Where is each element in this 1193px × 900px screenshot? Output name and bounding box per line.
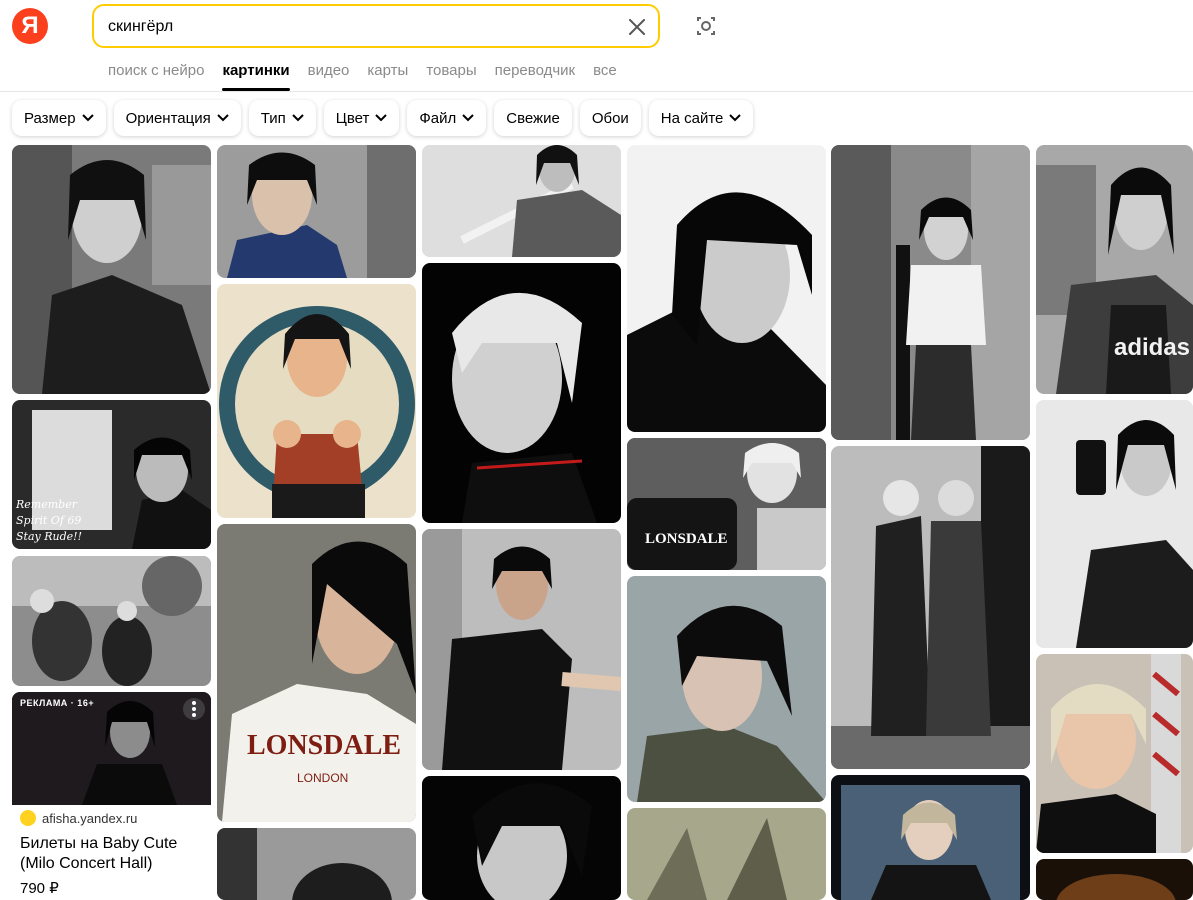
camera-search-icon[interactable] [692, 12, 720, 40]
ad-domain[interactable]: afisha.yandex.ru [20, 810, 137, 826]
image-result[interactable]: LONSDALE [627, 438, 826, 570]
clear-icon[interactable] [626, 16, 648, 38]
filter-label: Обои [591, 109, 629, 127]
chevron-down-icon [462, 114, 474, 122]
ad-card[interactable]: РЕКЛАМА · 16+ afisha.yandex.ru Билеты на… [12, 692, 211, 900]
ad-label: РЕКЛАМА · 16+ [20, 698, 95, 708]
header: Я поиск с нейро картинки видео карты тов… [0, 0, 1193, 92]
image-result[interactable] [627, 576, 826, 802]
ad-price: 790 ₽ [20, 880, 59, 897]
filter-type[interactable]: Тип [248, 100, 316, 136]
image-result[interactable] [422, 145, 621, 257]
image-result[interactable] [422, 263, 621, 523]
chevron-down-icon [375, 114, 388, 122]
ad-image[interactable] [12, 692, 211, 805]
image-result[interactable]: LONSDALE LONDON [217, 524, 416, 822]
image-result[interactable] [422, 529, 621, 770]
tab-images[interactable]: картинки [222, 62, 290, 91]
filter-label: Тип [260, 109, 286, 127]
filter-label: Свежие [506, 109, 560, 127]
tab-maps[interactable]: карты [367, 62, 408, 90]
tab-translator[interactable]: переводчик [495, 62, 575, 90]
filter-bar: Размер Ориентация Тип Цвет Файл Свежие О… [12, 100, 761, 136]
lonsdale-sub: LONDON [297, 771, 348, 785]
adidas-text: adidas [1114, 334, 1190, 361]
tab-all[interactable]: все [593, 62, 617, 90]
filter-fresh[interactable]: Свежие [494, 100, 572, 136]
chevron-down-icon [292, 114, 304, 122]
ad-domain-text: afisha.yandex.ru [42, 810, 138, 826]
lonsdale-text: LONSDALE [247, 730, 401, 761]
filter-orientation[interactable]: Ориентация [113, 100, 241, 136]
filter-on-site[interactable]: На сайте [648, 100, 754, 136]
filter-file[interactable]: Файл [407, 100, 487, 136]
filter-label: Размер [24, 109, 76, 127]
image-result[interactable] [217, 828, 416, 900]
search-box[interactable] [92, 4, 660, 48]
image-result[interactable] [217, 145, 416, 278]
chevron-down-icon [81, 114, 94, 122]
image-result[interactable]: adidas [1036, 145, 1193, 394]
filter-label: Цвет [335, 109, 370, 127]
filter-label: На сайте [660, 109, 724, 127]
image-result[interactable] [831, 775, 1030, 900]
afisha-icon [20, 810, 36, 826]
filter-color[interactable]: Цвет [323, 100, 400, 136]
tab-neuro[interactable]: поиск с нейро [108, 62, 204, 90]
image-result[interactable]: Remember Spirit Of 69 Stay Rude!! [12, 400, 211, 549]
image-result[interactable] [12, 556, 211, 686]
chevron-down-icon [217, 114, 229, 122]
tab-products[interactable]: товары [426, 62, 476, 90]
yandex-logo[interactable]: Я [12, 8, 48, 44]
search-input[interactable] [108, 16, 608, 38]
image-result[interactable] [217, 284, 416, 518]
image-result[interactable] [831, 446, 1030, 769]
image-result[interactable] [627, 808, 826, 900]
image-result[interactable] [1036, 654, 1193, 853]
image-result[interactable] [1036, 859, 1193, 900]
chevron-down-icon [729, 114, 742, 122]
image-caption: Remember Spirit Of 69 Stay Rude!! [16, 498, 82, 543]
ad-title[interactable]: Билеты на Baby Cute (Milo Concert Hall) [20, 834, 205, 874]
image-result[interactable] [627, 145, 826, 432]
image-result[interactable] [422, 776, 621, 900]
filter-label: Файл [419, 109, 457, 127]
search-tabs: поиск с нейро картинки видео карты товар… [108, 62, 635, 91]
image-result[interactable] [12, 145, 211, 394]
image-result[interactable] [1036, 400, 1193, 648]
filter-wallpapers[interactable]: Обои [579, 100, 641, 136]
tab-video[interactable]: видео [308, 62, 350, 90]
image-result[interactable] [831, 145, 1030, 440]
lonsdale-bag-text: LONSDALE [645, 531, 728, 547]
filter-label: Ориентация [125, 109, 211, 127]
more-icon[interactable] [183, 698, 205, 720]
filter-size[interactable]: Размер [12, 100, 106, 136]
